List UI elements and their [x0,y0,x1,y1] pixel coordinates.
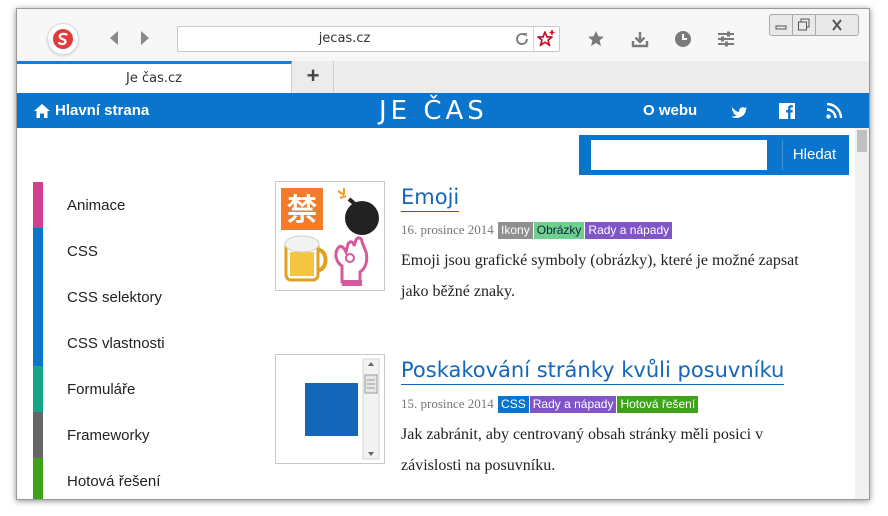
facebook-icon[interactable] [778,102,796,120]
tag-rady-a-napady[interactable]: Rady a nápady [585,222,673,239]
article-meta: 15. prosince 2014 CSS Rady a nápady Hotová… [401,396,699,413]
address-bar[interactable]: jecas.cz [177,26,560,52]
article-excerpt: Jak zabránit, aby centrovaný obsah strán… [401,419,763,481]
sidebar-item-label: Animace [67,197,126,214]
sidebar-item-label: CSS vlastnosti [67,335,165,352]
twitter-icon[interactable] [730,102,748,120]
article-thumbnail-scrollbar[interactable] [275,354,385,464]
home-label: Hlavní strana [55,102,150,119]
search-form: Hledat [579,135,849,175]
article-date: 16. prosince 2014 [401,222,494,237]
sidebar-item-formulare[interactable]: Formuláře [33,366,233,412]
sidebar-item-css-vlastnosti[interactable]: CSS vlastnosti [33,320,233,366]
sidebar-item-css-selektory[interactable]: CSS selektory [33,274,233,320]
home-icon [34,104,50,118]
browser-toolbar: jecas.cz [17,9,869,61]
tag-ikony[interactable]: Ikony [498,222,533,239]
excerpt-line: Emoji jsou grafické symboly (obrázky), k… [401,252,799,269]
forward-arrow-icon[interactable] [138,29,152,47]
site-logo[interactable]: JE ČAS [379,96,488,126]
sidebar-item-label: Frameworky [67,427,150,444]
search-input[interactable] [591,140,767,170]
new-tab-button[interactable]: + [293,61,334,93]
sidebar-item-label: CSS [67,243,98,260]
sidebar-item-label: Hotová řešení [67,473,161,490]
sidebar-item-css[interactable]: CSS [33,228,233,274]
svg-text:禁: 禁 [287,193,317,228]
sidebar-item-hotova-reseni[interactable]: Hotová řešení [33,458,233,499]
site-header: Hlavní strana JE ČAS O webu [17,93,869,128]
browser-window: jecas.cz Je čas.cz + Hlavní strana JE ČA… [16,8,870,500]
minimize-button[interactable] [769,14,793,36]
close-button[interactable] [815,14,859,36]
excerpt-line: jako běžné znaky. [401,283,516,300]
category-color-bar [33,228,43,274]
clock-icon[interactable] [673,29,693,49]
scrollbar-thumb[interactable] [857,130,867,152]
back-arrow-icon[interactable] [107,29,121,47]
tab-strip: Je čas.cz + [17,61,869,94]
sliders-icon[interactable] [716,29,736,49]
sidebar-item-frameworky[interactable]: Frameworky [33,412,233,458]
browser-logo[interactable] [47,23,79,55]
excerpt-line: závislosti na posuvníku. [401,457,556,474]
search-button[interactable]: Hledat [782,140,846,170]
sidebar-item-animace[interactable]: Animace [33,182,233,228]
tag-obrazky[interactable]: Obrázky [533,222,585,239]
category-color-bar [33,458,43,499]
address-text[interactable]: jecas.cz [178,31,511,46]
restore-button[interactable] [792,14,816,36]
article-excerpt: Emoji jsou grafické symboly (obrázky), k… [401,245,799,307]
category-sidebar: Animace CSS CSS selektory CSS vlastnosti… [33,182,233,499]
excerpt-line: Jak zabránit, aby centrovaný obsah strán… [401,426,764,443]
category-color-bar [33,320,43,366]
star-icon[interactable] [586,29,606,49]
star-plus-icon[interactable] [533,27,559,51]
reload-icon[interactable] [513,30,531,48]
article-title[interactable]: Poskakování stránky kvůli posuvníku [401,358,785,385]
rss-icon[interactable] [825,102,843,120]
article-meta: 16. prosince 2014 Ikony Obrázky Rady a náp… [401,222,673,239]
sidebar-item-label: Formuláře [67,381,136,398]
article-date: 15. prosince 2014 [401,396,494,411]
category-color-bar [33,182,43,228]
tag-rady-a-napady[interactable]: Rady a nápady [529,396,617,413]
category-color-bar [33,412,43,458]
about-link[interactable]: O webu [643,102,697,119]
download-icon[interactable] [630,29,650,49]
tab-active[interactable]: Je čas.cz [17,61,292,93]
page-scrollbar[interactable] [855,128,869,499]
tag-css[interactable]: CSS [498,396,529,413]
category-color-bar [33,366,43,412]
category-color-bar [33,274,43,320]
tab-title: Je čas.cz [126,71,182,86]
article-title[interactable]: Emoji [401,185,460,212]
sidebar-item-label: CSS selektory [67,289,163,306]
tag-hotova-reseni[interactable]: Hotová řešení [617,396,699,413]
article-thumbnail-emoji[interactable]: 禁 [275,181,385,291]
